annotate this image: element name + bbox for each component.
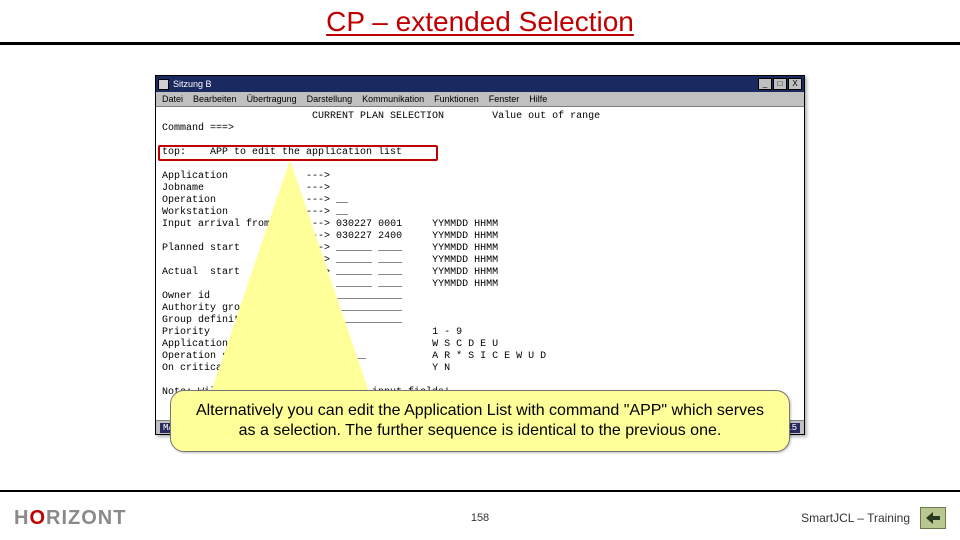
panel-title: CURRENT PLAN SELECTION Value out of rang…	[162, 111, 600, 122]
field-application: Application	[162, 171, 228, 182]
window-title: Sitzung B	[173, 79, 212, 89]
course-label: SmartJCL – Training	[801, 511, 910, 525]
val-from-time[interactable]: 0001	[378, 219, 402, 230]
callout-text: Alternatively you can edit the Applicati…	[196, 402, 764, 439]
command-prompt[interactable]: Command ===>	[162, 123, 234, 134]
field-planned: Planned start	[162, 243, 240, 254]
brand-logo: HORIZONT	[14, 507, 126, 530]
arrow-left-icon	[925, 511, 941, 525]
nav-back-button[interactable]	[920, 507, 946, 529]
slide-title: CP – extended Selection	[0, 0, 960, 42]
menu-file[interactable]: Datei	[162, 94, 183, 104]
field-jobname: Jobname	[162, 183, 204, 194]
menu-functions[interactable]: Funktionen	[434, 94, 479, 104]
menu-help[interactable]: Hilfe	[529, 94, 547, 104]
footer-rule	[0, 490, 960, 492]
menu-window[interactable]: Fenster	[489, 94, 520, 104]
menu-comm[interactable]: Kommunikation	[362, 94, 424, 104]
title-rule	[0, 42, 960, 45]
field-priority: Priority	[162, 327, 210, 338]
maximize-button[interactable]: □	[773, 78, 787, 90]
field-actual: Actual start	[162, 267, 240, 278]
callout-box: Alternatively you can edit the Applicati…	[170, 390, 790, 452]
page-number: 158	[471, 512, 489, 524]
field-workstation: Workstation	[162, 207, 228, 218]
menu-edit[interactable]: Bearbeiten	[193, 94, 237, 104]
val-to-date[interactable]: 030227	[336, 231, 372, 242]
menu-transfer[interactable]: Übertragung	[247, 94, 297, 104]
val-to-time[interactable]: 2400	[378, 231, 402, 242]
footer: HORIZONT 158 SmartJCL – Training	[0, 496, 960, 540]
val-workstation[interactable]: __	[336, 207, 348, 218]
menubar: Datei Bearbeiten Übertragung Darstellung…	[156, 92, 804, 107]
val-from-date[interactable]: 030227	[336, 219, 372, 230]
field-input-from: Input arrival from	[162, 219, 270, 230]
field-owner: Owner id	[162, 291, 210, 302]
minimize-button[interactable]: _	[758, 78, 772, 90]
close-button[interactable]: X	[788, 78, 802, 90]
val-operation[interactable]: __	[336, 195, 348, 206]
field-operation: Operation	[162, 195, 216, 206]
window-titlebar: Sitzung B _ □ X	[156, 76, 804, 92]
app-icon	[158, 79, 169, 90]
top-line: top: APP to edit the application list	[162, 147, 402, 158]
menu-view[interactable]: Darstellung	[307, 94, 353, 104]
